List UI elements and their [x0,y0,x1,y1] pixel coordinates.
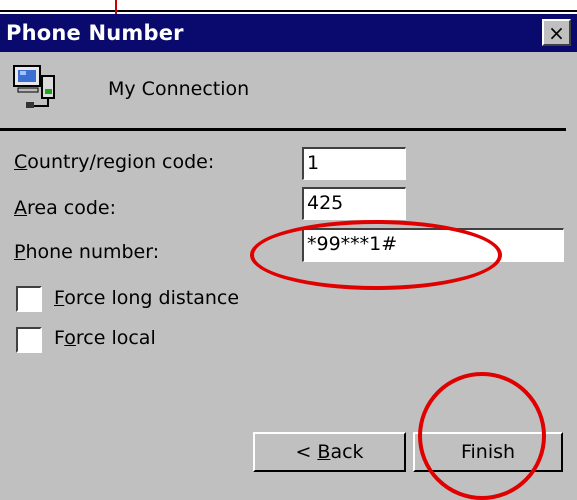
area-code-label-text: rea code: [27,197,116,219]
network-computer-icon [13,65,55,108]
phone-number-dialog: Phone Number × My Connection Country/reg… [0,14,577,484]
phone-number-label: Phone number: [14,241,159,263]
phone-number-label-mnemonic: P [14,241,26,263]
close-icon: × [548,20,565,45]
force-long-distance-mnemonic: F [54,287,65,309]
force-local-checkbox[interactable] [16,327,42,353]
back-button-prefix: < [295,441,318,463]
phone-number-label-text: hone number: [25,241,160,263]
title-bar: Phone Number × [0,14,577,52]
dialog-title: Phone Number [6,21,184,45]
area-code-field[interactable]: 425 [302,187,406,220]
background-window-border [0,10,577,12]
phone-number-field[interactable]: *99***1# [302,228,564,262]
force-long-distance-text: orce long distance [64,287,240,309]
finish-button[interactable]: Finish [413,432,563,472]
force-long-distance-checkbox[interactable] [16,286,42,312]
force-local-label[interactable]: Force local [54,327,156,349]
country-code-label: Country/region code: [14,151,214,173]
area-code-label-mnemonic: A [14,197,27,219]
country-code-label-text: ountry/region code: [27,151,215,173]
header-divider [0,128,566,131]
force-local-text-start: F [54,327,65,349]
area-code-label: Area code: [14,197,116,219]
close-button[interactable]: × [542,19,571,46]
red-annotation-mark [115,0,117,14]
back-button-text: ack [330,441,364,463]
back-button-mnemonic: B [317,441,331,463]
connection-name: My Connection [108,78,250,100]
force-local-mnemonic: o [64,327,76,349]
force-local-text-end: rce local [75,327,156,349]
force-long-distance-label[interactable]: Force long distance [54,287,239,309]
back-button[interactable]: < Back [253,432,406,472]
country-code-label-mnemonic: C [14,151,28,173]
country-code-field[interactable]: 1 [302,147,406,180]
